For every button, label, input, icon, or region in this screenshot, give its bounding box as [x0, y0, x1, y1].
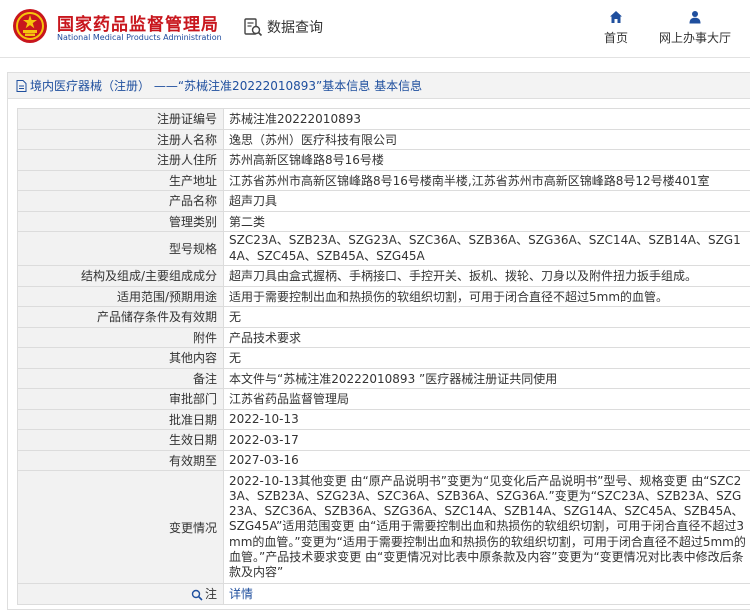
field-value: 2022-10-13其他变更 由“原产品说明书”变更为“见变化后产品说明书”型号…	[223, 470, 750, 584]
field-label-text: 注册证编号	[156, 112, 217, 127]
field-value: 江苏省药品监督管理局	[223, 388, 750, 410]
field-label-text: 注册人名称	[156, 132, 217, 147]
field-label-text: 有效期至	[168, 453, 217, 468]
field-label: 结构及组成/主要组成成分	[17, 265, 224, 287]
field-label: 生产地址	[17, 169, 224, 191]
field-label: 注册人名称	[17, 128, 224, 150]
nav-online-service-label: 网上办事大厅	[659, 31, 732, 45]
data-query-link[interactable]: 数据查询	[243, 16, 323, 38]
field-label: 审批部门	[17, 388, 224, 410]
table-row: 生产地址 江苏省苏州市高新区锦峰路8号16号楼南半楼,江苏省苏州市高新区锦峰路8号…	[17, 169, 750, 191]
table-row: 其他内容无	[17, 347, 750, 369]
field-label-text: 产品储存条件及有效期	[96, 310, 217, 325]
field-label-text: 适用范围/预期用途	[116, 289, 217, 304]
site-title-en[interactable]: National Medical Products Administration	[57, 33, 222, 42]
field-value: 超声刀具由盒式握柄、手柄接口、手控开关、扳机、拨轮、刀身以及附件扭力扳手组成。	[223, 265, 750, 287]
field-label: 产品名称	[17, 190, 224, 212]
table-row: 注详情	[17, 583, 750, 605]
field-value: 2022-10-13	[223, 408, 750, 430]
table-row: 产品名称 超声刀具	[17, 190, 750, 212]
table-row: 备注 本文件与“苏械注准20222010893 ”医疗器械注册证共同使用	[17, 367, 750, 389]
data-query-label: 数据查询	[267, 20, 323, 36]
field-label: 适用范围/预期用途	[17, 285, 224, 307]
field-label: 有效期至	[17, 449, 224, 471]
site-title[interactable]: 国家药品监督管理局	[57, 10, 219, 35]
field-label: 变更情况	[17, 470, 224, 584]
field-value: 2027-03-16	[223, 449, 750, 471]
field-label-text: 管理类别	[168, 214, 217, 229]
field-label: 型号规格	[17, 231, 224, 266]
table-row: 有效期至 2027-03-16	[17, 449, 750, 471]
field-label-text: 备注	[192, 371, 217, 386]
table-row: 附件 产品技术要求	[17, 326, 750, 348]
field-value: 江苏省苏州市高新区锦峰路8号16号楼南半楼,江苏省苏州市高新区锦峰路8号12号楼…	[223, 169, 750, 191]
field-label-text: 其他内容	[168, 351, 217, 366]
field-label: 注册证编号	[17, 108, 224, 130]
field-value: 适用于需要控制出血和热损伤的软组织切割，可用于闭合直径不超过5mm的血管。	[223, 285, 750, 307]
site-header: 国家药品监督管理局 National Medical Products Admi…	[0, 0, 750, 58]
field-label-text: 生效日期	[168, 433, 217, 448]
field-label: 其他内容	[17, 347, 224, 369]
field-label-text: 结构及组成/主要组成成分	[80, 269, 217, 284]
national-emblem-icon[interactable]	[12, 8, 48, 44]
field-label-text: 批准日期	[168, 412, 217, 427]
table-row: 型号规格 SZC23A、SZB23A、SZG23A、SZC36A、SZB36A、S…	[17, 231, 750, 266]
table-row: 注册人名称 逸思（苏州）医疗科技有限公司	[17, 128, 750, 150]
nav-home-label: 首页	[604, 31, 629, 45]
table-row: 适用范围/预期用途 适用于需要控制出血和热损伤的软组织切割，可用于闭合直径不超过5…	[17, 285, 750, 307]
field-value: 本文件与“苏械注准20222010893 ”医疗器械注册证共同使用	[223, 367, 750, 389]
nav-online-service[interactable]: 网上办事大厅	[659, 10, 731, 46]
breadcrumb-title: “苏械注准20222010893”基本信息	[177, 78, 371, 93]
nav-home[interactable]: 首页	[604, 10, 628, 46]
field-label-text: 产品名称	[168, 194, 217, 209]
field-value: 超声刀具	[223, 190, 750, 212]
detail-link[interactable]: 详情	[229, 587, 253, 601]
field-value: 苏械注准20222010893	[223, 108, 750, 130]
table-row: 批准日期 2022-10-13	[17, 408, 750, 430]
field-label-text: 注	[204, 587, 217, 602]
field-value: 苏州高新区锦峰路8号16号楼	[223, 149, 750, 171]
field-label-text: 审批部门	[168, 392, 217, 407]
breadcrumb: 境内医疗器械（注册） —— “苏械注准20222010893”基本信息 基本信息	[8, 73, 750, 99]
user-icon	[689, 11, 701, 24]
home-icon	[610, 11, 622, 23]
field-value: 产品技术要求	[223, 326, 750, 348]
table-row: 审批部门 江苏省药品监督管理局	[17, 388, 750, 410]
breadcrumb-separator: ——	[153, 78, 178, 93]
field-label-text: 变更情况	[168, 520, 217, 535]
field-label-text: 生产地址	[168, 173, 217, 188]
field-label-text: 型号规格	[168, 242, 217, 256]
field-label-text: 附件	[192, 330, 217, 345]
field-label: 备注	[17, 367, 224, 389]
magnifier-icon	[191, 589, 203, 601]
table-row: 注册证编号 苏械注准20222010893	[17, 108, 750, 130]
field-value: 第二类	[223, 210, 750, 232]
detail-panel: 境内医疗器械（注册） —— “苏械注准20222010893”基本信息 基本信息…	[7, 72, 750, 610]
field-value[interactable]: 详情	[223, 583, 750, 605]
info-table: 注册证编号 苏械注准20222010893 注册人名称 逸思（苏州）医疗科技有限公司注…	[17, 108, 750, 605]
breadcrumb-suffix: 基本信息	[374, 78, 423, 93]
table-row: 管理类别 第二类	[17, 210, 750, 232]
field-value: 无	[223, 347, 750, 369]
field-label-text: 注册人住所	[156, 153, 217, 168]
data-query-icon	[244, 18, 263, 37]
field-label: 注	[17, 583, 224, 605]
table-row: 注册人住所 苏州高新区锦峰路8号16号楼	[17, 149, 750, 171]
field-label: 管理类别	[17, 210, 224, 232]
breadcrumb-category[interactable]: 境内医疗器械（注册）	[30, 73, 150, 99]
field-label: 产品储存条件及有效期	[17, 306, 224, 328]
field-label: 批准日期	[17, 408, 224, 430]
field-value: 逸思（苏州）医疗科技有限公司	[223, 128, 750, 150]
field-value: 无	[223, 306, 750, 328]
field-value: SZC23A、SZB23A、SZG23A、SZC36A、SZB36A、SZG36…	[223, 231, 750, 266]
field-label: 注册人住所	[17, 149, 224, 171]
table-row: 生效日期 2022-03-17	[17, 429, 750, 451]
table-row: 结构及组成/主要组成成分 超声刀具由盒式握柄、手柄接口、手控开关、扳机、拨轮、刀身…	[17, 265, 750, 287]
field-label: 附件	[17, 326, 224, 348]
document-icon	[16, 79, 27, 92]
field-value: 2022-03-17	[223, 429, 750, 451]
table-row: 产品储存条件及有效期无	[17, 306, 750, 328]
field-label: 生效日期	[17, 429, 224, 451]
table-row: 变更情况 2022-10-13其他变更 由“原产品说明书”变更为“见变化后产品说明…	[17, 470, 750, 584]
